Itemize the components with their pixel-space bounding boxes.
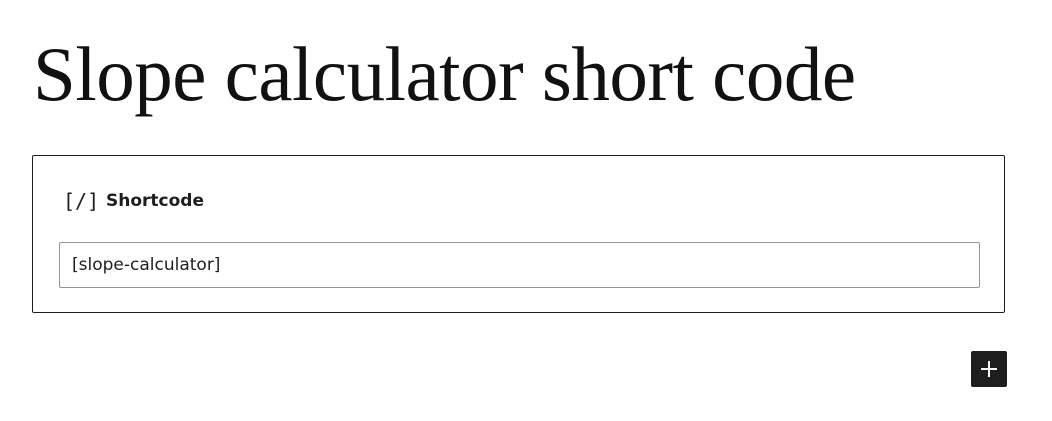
shortcode-icon: [/]	[63, 189, 100, 213]
plus-icon	[981, 361, 997, 377]
add-block-button[interactable]	[971, 351, 1007, 387]
shortcode-block[interactable]: [/] Shortcode	[32, 155, 1005, 313]
block-header: [/] Shortcode	[63, 187, 204, 215]
shortcode-input[interactable]	[59, 242, 980, 288]
block-label: Shortcode	[106, 191, 204, 211]
page-title[interactable]: Slope calculator short code	[33, 26, 856, 122]
